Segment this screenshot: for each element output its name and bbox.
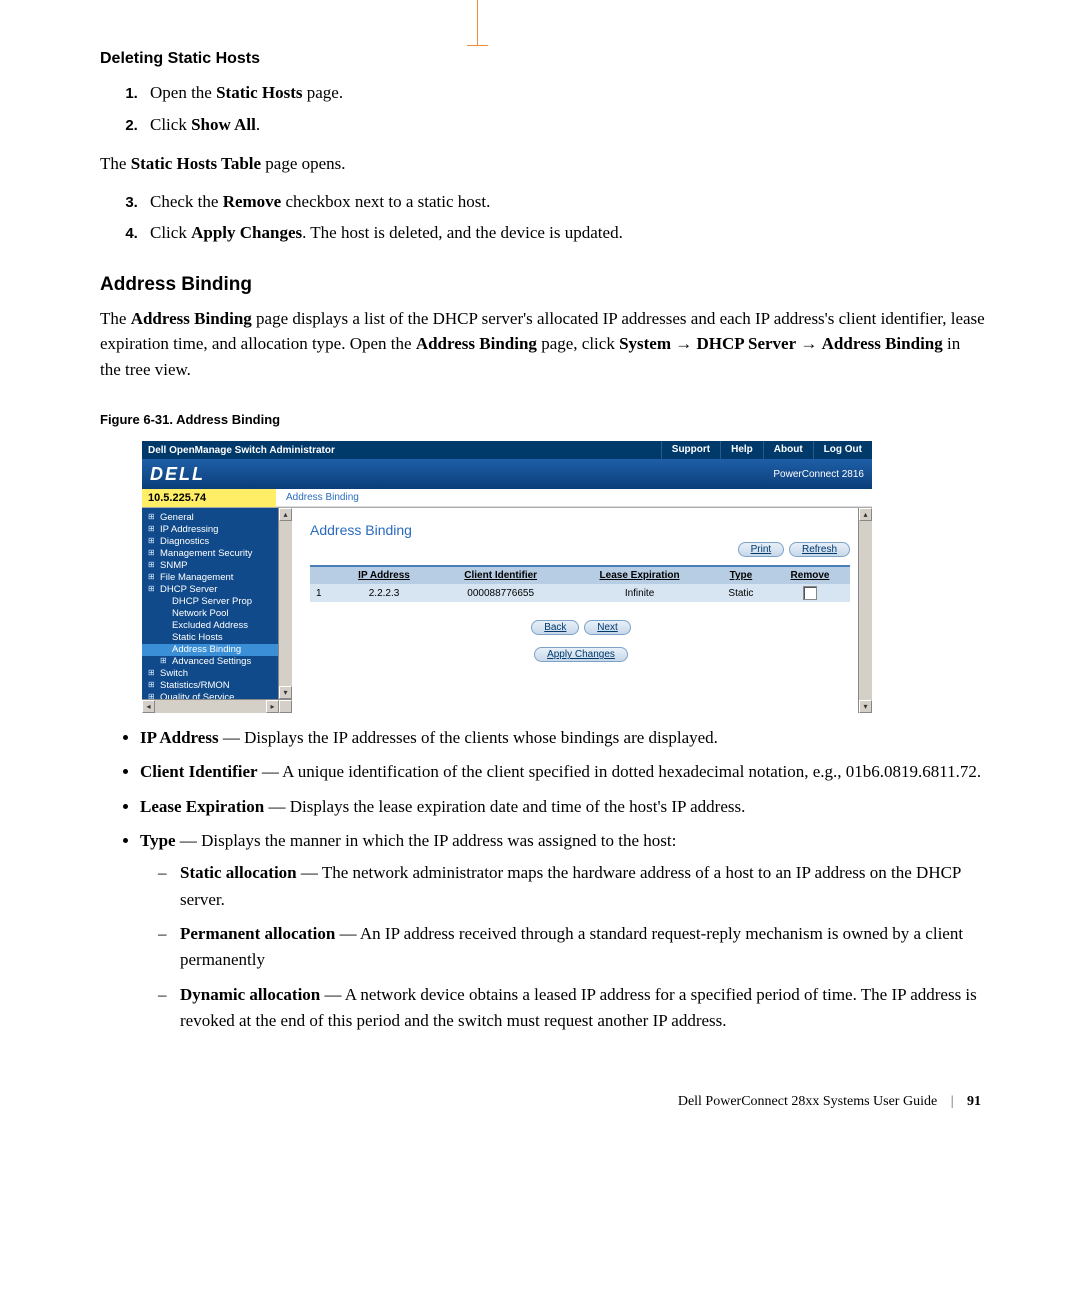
- desc-permanent-alloc: Permanent allocation — An IP address rec…: [176, 921, 985, 974]
- footer-guide: Dell PowerConnect 28xx Systems User Guid…: [678, 1094, 937, 1109]
- table-header-row: IP Address Client Identifier Lease Expir…: [310, 566, 850, 584]
- content-scroll-up-icon[interactable]: ▴: [859, 508, 872, 521]
- col-lease: Lease Expiration: [567, 566, 712, 584]
- print-button[interactable]: Print: [738, 542, 785, 557]
- desc-lease: Lease Expiration — Displays the lease ex…: [140, 794, 985, 820]
- type-sublist: Static allocation — The network administ…: [140, 860, 985, 1034]
- col-type: Type: [712, 566, 770, 584]
- remove-checkbox[interactable]: [803, 586, 817, 600]
- apply-row: Apply Changes: [310, 647, 850, 662]
- tree-advanced-settings[interactable]: Advanced Settings: [142, 656, 292, 668]
- cell-type: Static: [712, 584, 770, 602]
- content-title: Address Binding: [310, 522, 850, 538]
- desc-dynamic-alloc: Dynamic allocation — A network device ob…: [176, 982, 985, 1035]
- page-footer: Dell PowerConnect 28xx Systems User Guid…: [100, 1094, 985, 1110]
- brand-bar: DELL PowerConnect 2816: [142, 459, 872, 489]
- page-number: 91: [967, 1094, 981, 1109]
- subsection-heading: Deleting Static Hosts: [100, 50, 985, 68]
- device-ip: 10.5.225.74: [142, 489, 276, 507]
- content-actions: Print Refresh: [310, 542, 850, 557]
- steps-list-2: Check the Remove checkbox next to a stat…: [100, 189, 985, 246]
- tree-general[interactable]: General: [142, 512, 292, 524]
- back-button[interactable]: Back: [531, 620, 579, 635]
- window-title: Dell OpenManage Switch Administrator: [142, 445, 661, 456]
- cell-lease: Infinite: [567, 584, 712, 602]
- help-link[interactable]: Help: [720, 441, 763, 459]
- tree-static-hosts[interactable]: Static Hosts: [142, 632, 292, 644]
- tree-diagnostics[interactable]: Diagnostics: [142, 536, 292, 548]
- scroll-right-icon[interactable]: ▸: [266, 700, 279, 713]
- figure-caption: Figure 6-31. Address Binding: [100, 412, 985, 427]
- tree-network-pool[interactable]: Network Pool: [142, 608, 292, 620]
- tree-file-management[interactable]: File Management: [142, 572, 292, 584]
- desc-static-alloc: Static allocation — The network administ…: [176, 860, 985, 913]
- field-descriptions: IP Address — Displays the IP addresses o…: [100, 725, 985, 1034]
- content-scroll-down-icon[interactable]: ▾: [859, 700, 872, 713]
- tree-address-binding[interactable]: Address Binding: [142, 644, 292, 656]
- cell-remove: [770, 584, 850, 602]
- tree-dhcp-server-prop[interactable]: DHCP Server Prop: [142, 596, 292, 608]
- model-label: PowerConnect 2816: [773, 469, 864, 480]
- tree-mgmt-security[interactable]: Management Security: [142, 548, 292, 560]
- nav-tree: General IP Addressing Diagnostics Manage…: [142, 508, 292, 713]
- col-ip: IP Address: [334, 566, 434, 584]
- next-button[interactable]: Next: [584, 620, 631, 635]
- step-2: Click Show All.: [142, 112, 985, 138]
- section-heading: Address Binding: [100, 274, 985, 296]
- cell-client-id: 000088776655: [434, 584, 567, 602]
- footer-sep: |: [951, 1094, 954, 1109]
- tree-statistics-rmon[interactable]: Statistics/RMON: [142, 680, 292, 692]
- desc-ip: IP Address — Displays the IP addresses o…: [140, 725, 985, 751]
- content-pane: Address Binding Print Refresh IP Address…: [292, 508, 872, 713]
- step-3: Check the Remove checkbox next to a stat…: [142, 189, 985, 215]
- logout-link[interactable]: Log Out: [813, 441, 872, 459]
- tree-dhcp-server[interactable]: DHCP Server: [142, 584, 292, 596]
- col-num: [310, 566, 334, 584]
- tree-vscrollbar[interactable]: ▴ ▾: [278, 508, 292, 699]
- table-row: 1 2.2.2.3 000088776655 Infinite Static: [310, 584, 850, 602]
- tree-ip-addressing[interactable]: IP Addressing: [142, 524, 292, 536]
- refresh-button[interactable]: Refresh: [789, 542, 850, 557]
- mid-paragraph: The Static Hosts Table page opens.: [100, 151, 985, 177]
- screenshot-body: General IP Addressing Diagnostics Manage…: [142, 507, 872, 713]
- tree-hscrollbar[interactable]: ◂ ▸: [142, 699, 292, 713]
- scroll-up-icon[interactable]: ▴: [279, 508, 292, 521]
- cell-ip: 2.2.2.3: [334, 584, 434, 602]
- dell-logo: DELL: [150, 464, 205, 485]
- content-vscrollbar[interactable]: ▴ ▾: [858, 508, 872, 713]
- scroll-left-icon[interactable]: ◂: [142, 700, 155, 713]
- tree-excluded-address[interactable]: Excluded Address: [142, 620, 292, 632]
- desc-client-id: Client Identifier — A unique identificat…: [140, 759, 985, 785]
- binding-table: IP Address Client Identifier Lease Expir…: [310, 565, 850, 602]
- scroll-corner: [279, 700, 292, 713]
- step-4: Click Apply Changes. The host is deleted…: [142, 220, 985, 246]
- steps-list-1: Open the Static Hosts page. Click Show A…: [100, 80, 985, 137]
- intro-paragraph: The Address Binding page displays a list…: [100, 306, 985, 383]
- breadcrumb: Address Binding: [276, 489, 872, 507]
- tree-snmp[interactable]: SNMP: [142, 560, 292, 572]
- about-link[interactable]: About: [763, 441, 813, 459]
- screenshot-address-binding: Dell OpenManage Switch Administrator Sup…: [142, 441, 872, 713]
- step-1: Open the Static Hosts page.: [142, 80, 985, 106]
- col-client-id: Client Identifier: [434, 566, 567, 584]
- cell-rownum: 1: [310, 584, 334, 602]
- scroll-down-icon[interactable]: ▾: [279, 686, 292, 699]
- support-link[interactable]: Support: [661, 441, 720, 459]
- desc-type: Type — Displays the manner in which the …: [140, 828, 985, 1034]
- window-titlebar: Dell OpenManage Switch Administrator Sup…: [142, 441, 872, 459]
- tree-switch[interactable]: Switch: [142, 668, 292, 680]
- apply-changes-button[interactable]: Apply Changes: [534, 647, 628, 662]
- crop-mark: [477, 0, 478, 46]
- ip-breadcrumb-bar: 10.5.225.74 Address Binding: [142, 489, 872, 507]
- pagination: Back Next: [310, 620, 850, 635]
- col-remove: Remove: [770, 566, 850, 584]
